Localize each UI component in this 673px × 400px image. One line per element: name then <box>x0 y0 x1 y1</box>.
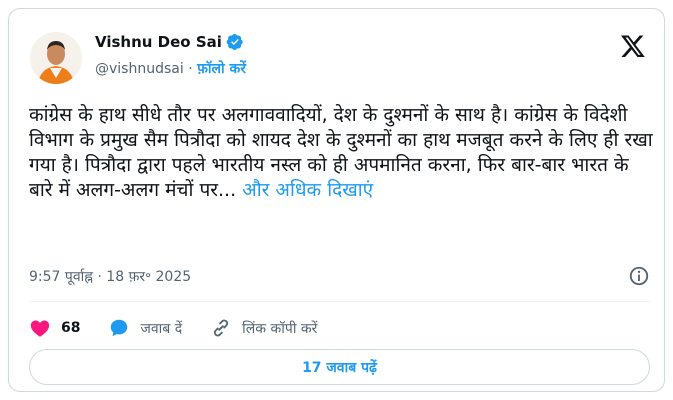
link-icon <box>214 319 229 337</box>
heart-icon <box>30 320 50 337</box>
divider <box>29 301 650 302</box>
read-replies-button[interactable]: 17 जवाब पढ़ें <box>29 349 650 385</box>
avatar[interactable] <box>30 32 82 84</box>
separator-dot: · <box>188 61 193 77</box>
tweet-text: कांग्रेस के हाथ सीधे तौर पर अलगाववादियों… <box>29 103 654 203</box>
reply-button[interactable]: जवाब दें <box>108 317 182 339</box>
author-name[interactable]: Vishnu Deo Sai <box>95 33 222 51</box>
author-handle[interactable]: @vishnudsai <box>95 61 184 77</box>
show-more-link[interactable]: और अधिक दिखाएं <box>242 179 373 201</box>
like-button[interactable]: 68 <box>29 317 80 339</box>
avatar-image <box>30 32 82 84</box>
author-handle-row: @vishnudsai · फ़ॉलो करें <box>95 59 246 78</box>
like-count: 68 <box>61 320 81 336</box>
read-replies-label: 17 जवाब पढ़ें <box>302 359 377 376</box>
author-name-row[interactable]: Vishnu Deo Sai <box>95 33 244 51</box>
x-logo-icon[interactable] <box>620 33 646 59</box>
reply-bubble-icon <box>111 319 128 337</box>
follow-button[interactable]: फ़ॉलो करें <box>197 61 246 77</box>
verified-badge-icon <box>226 33 243 51</box>
copy-link-button[interactable]: लिंक कॉपी करें <box>210 317 317 339</box>
info-icon[interactable] <box>628 265 650 287</box>
tweet-embed-card: Vishnu Deo Sai @vishnudsai · फ़ॉलो करें … <box>8 8 665 392</box>
reply-label: जवाब दें <box>140 320 183 337</box>
copy-link-label: लिंक कॉपी करें <box>242 320 318 337</box>
timestamp[interactable]: 9:57 पूर्वाह्न · 18 फ़र॰ 2025 <box>29 267 191 286</box>
action-bar: 68 जवाब दें लिंक कॉपी करें <box>29 316 345 340</box>
